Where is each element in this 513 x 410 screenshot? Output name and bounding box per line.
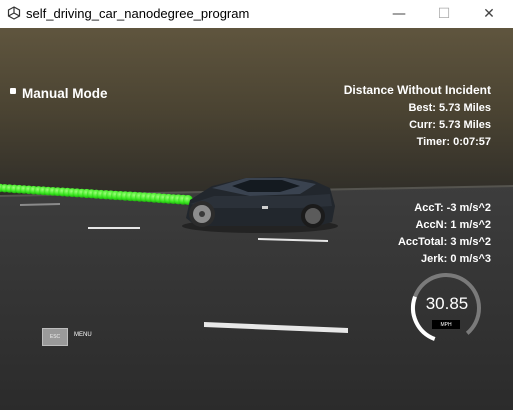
menu-label: MENU — [74, 332, 92, 338]
minimize-button[interactable]: — — [376, 0, 422, 28]
current-distance: Curr: 5.73 Miles — [409, 119, 491, 131]
best-distance: Best: 5.73 Miles — [408, 102, 491, 114]
acceleration-total: AccTotal: 3 m/s^2 — [397, 236, 491, 248]
speed-value: 30.85 — [425, 294, 469, 313]
distance-title: Distance Without Incident — [343, 83, 491, 97]
close-button[interactable]: ✕ — [466, 0, 512, 28]
simulator-window: self_driving_car_nanodegree_program — ☐ … — [0, 0, 513, 410]
menu-button[interactable]: ESC — [42, 328, 68, 346]
title-bar: self_driving_car_nanodegree_program — ☐ … — [0, 0, 513, 29]
jerk: Jerk: 0 m/s^3 — [420, 253, 491, 265]
speed-unit: MPH — [432, 320, 460, 329]
mode-indicator-icon — [10, 88, 16, 94]
game-view[interactable]: Manual Mode Distance Without Incident Be… — [0, 28, 513, 410]
timer: Timer: 0:07:57 — [416, 136, 491, 148]
driving-mode-label: Manual Mode — [22, 86, 108, 101]
maximize-button[interactable]: ☐ — [421, 0, 467, 28]
lane-marking — [88, 227, 140, 229]
acceleration-normal: AccN: 1 m/s^2 — [415, 219, 491, 231]
unity-icon — [7, 6, 21, 20]
window-title: self_driving_car_nanodegree_program — [26, 6, 250, 21]
acceleration-tangential: AccT: -3 m/s^2 — [414, 202, 491, 214]
